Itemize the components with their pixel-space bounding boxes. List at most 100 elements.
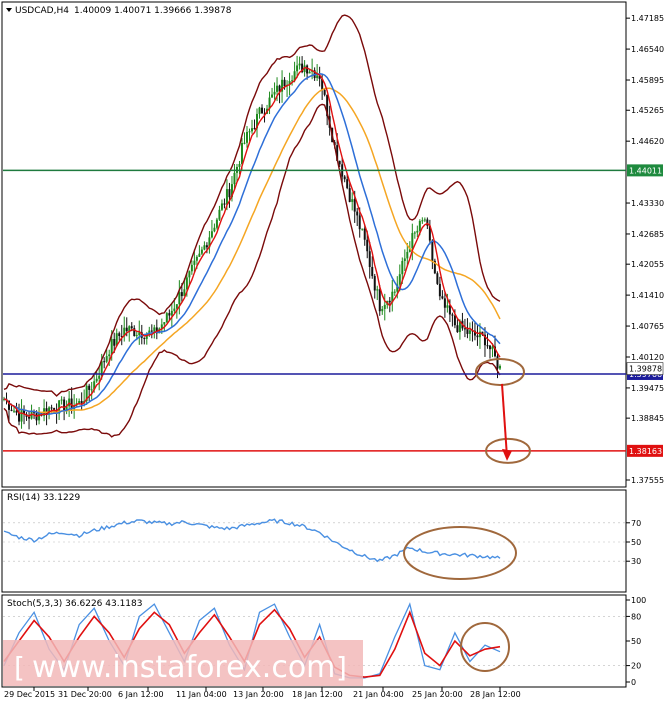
watermark-bracket-right: ] bbox=[336, 651, 347, 684]
price-y-tick-label: 1.38845 bbox=[631, 414, 664, 423]
candle-body bbox=[406, 251, 409, 259]
candle-body bbox=[150, 330, 153, 332]
candle-body bbox=[198, 253, 201, 257]
candle-body bbox=[388, 300, 391, 303]
candle-body bbox=[358, 215, 361, 230]
price-y-tick-label: 1.46540 bbox=[631, 45, 664, 54]
rsi-y-tick-label: 70 bbox=[631, 519, 641, 528]
candle-body bbox=[298, 63, 301, 66]
candle-body bbox=[178, 292, 181, 305]
candle-body bbox=[18, 412, 21, 422]
stoch-title: Stoch(5,3,3) 36.6226 43.1183 bbox=[7, 599, 142, 609]
x-tick-label: 11 Jan 04:00 bbox=[176, 690, 227, 699]
candle-body bbox=[195, 256, 198, 261]
candle-body bbox=[173, 308, 176, 311]
x-tick-label: 21 Jan 04:00 bbox=[353, 690, 404, 699]
candle-body bbox=[261, 107, 264, 114]
candle-body bbox=[376, 289, 379, 291]
x-tick-label: 29 Dec 2015 bbox=[4, 690, 55, 699]
candle-body bbox=[363, 228, 366, 240]
candle-body bbox=[423, 219, 426, 221]
candle-body bbox=[413, 232, 416, 234]
rsi-y-tick-label: 50 bbox=[631, 538, 641, 547]
resistance-label: 1.44011 bbox=[629, 166, 662, 175]
candle-body bbox=[248, 131, 251, 133]
candle-body bbox=[200, 249, 203, 254]
candle-body bbox=[373, 276, 376, 291]
candle-body bbox=[108, 354, 111, 357]
candle-body bbox=[438, 283, 441, 297]
stoch-y-tick-label: 20 bbox=[631, 662, 641, 671]
rsi-y-tick-label: 30 bbox=[631, 557, 641, 566]
candle-body bbox=[153, 327, 156, 332]
candle-body bbox=[253, 128, 256, 130]
price-y-tick-label: 1.42055 bbox=[631, 260, 664, 269]
candle-body bbox=[348, 188, 351, 202]
candle-body bbox=[411, 233, 414, 249]
candle-body bbox=[383, 304, 386, 310]
candle-body bbox=[188, 271, 191, 278]
candle-body bbox=[368, 251, 371, 267]
candle-body bbox=[443, 298, 446, 308]
candle-body bbox=[190, 264, 193, 272]
candle-body bbox=[125, 327, 128, 331]
candle-body bbox=[271, 94, 274, 98]
candle-body bbox=[491, 346, 494, 350]
candle-body bbox=[220, 203, 223, 210]
candle-body bbox=[168, 313, 171, 316]
rsi-title: RSI(14) 33.1229 bbox=[7, 493, 80, 503]
chart-symbol: USDCAD,H4 bbox=[15, 6, 69, 16]
price-y-tick-label: 1.42685 bbox=[631, 230, 664, 239]
candle-body bbox=[276, 85, 279, 92]
candle-body bbox=[105, 356, 108, 362]
candle-body bbox=[180, 292, 183, 297]
candle-body bbox=[306, 65, 309, 74]
stoch-y-tick-label: 80 bbox=[631, 612, 641, 621]
candle-body bbox=[436, 273, 439, 284]
candle-body bbox=[163, 322, 166, 325]
candle-body bbox=[135, 335, 138, 337]
candle-body bbox=[476, 335, 479, 338]
candle-body bbox=[228, 189, 231, 198]
price-y-tick-label: 1.40120 bbox=[631, 353, 664, 362]
candle-body bbox=[441, 296, 444, 299]
chart-root: 1.47185 1.46540 1.45895 1.45265 1.44620 1.433… bbox=[0, 0, 665, 704]
watermark-bracket-left: [ bbox=[14, 651, 25, 684]
candle-body bbox=[251, 128, 253, 132]
candle-body bbox=[193, 260, 196, 265]
candle-body bbox=[238, 164, 241, 167]
candle-body bbox=[398, 274, 401, 285]
candle-body bbox=[110, 339, 113, 355]
price-y-tick-label: 1.41410 bbox=[631, 291, 664, 300]
price-y-tick-label: 1.39475 bbox=[631, 384, 664, 393]
x-tick-label: 13 Jan 20:00 bbox=[233, 690, 284, 699]
candle-body bbox=[353, 199, 356, 212]
candle-body bbox=[416, 230, 419, 233]
candle-body bbox=[468, 330, 471, 334]
candle-body bbox=[421, 220, 424, 222]
candle-body bbox=[113, 339, 116, 346]
candle-body bbox=[308, 71, 311, 74]
candle-body bbox=[296, 65, 299, 72]
candle-body bbox=[316, 75, 319, 79]
candle-body bbox=[283, 79, 286, 87]
x-tick-label: 18 Jan 12:00 bbox=[292, 690, 343, 699]
stoch-y-tick-label: 100 bbox=[631, 596, 646, 605]
candle-body bbox=[28, 416, 31, 419]
x-tick-label: 6 Jan 12:00 bbox=[118, 690, 164, 699]
candle-body bbox=[63, 399, 66, 412]
candle-body bbox=[343, 176, 346, 180]
candle-body bbox=[366, 239, 369, 252]
target-label: 1.38163 bbox=[629, 447, 662, 456]
price-y-tick-label: 1.43330 bbox=[631, 199, 664, 208]
candle-body bbox=[499, 365, 501, 369]
candle-body bbox=[456, 325, 459, 333]
candle-body bbox=[258, 107, 261, 114]
candle-body bbox=[213, 227, 216, 232]
price-y-tick-label: 1.45895 bbox=[631, 76, 664, 85]
candle-body bbox=[393, 291, 396, 293]
candle-body bbox=[338, 160, 341, 165]
candle-body bbox=[118, 333, 121, 336]
candle-body bbox=[361, 228, 364, 230]
candle-body bbox=[431, 240, 434, 261]
